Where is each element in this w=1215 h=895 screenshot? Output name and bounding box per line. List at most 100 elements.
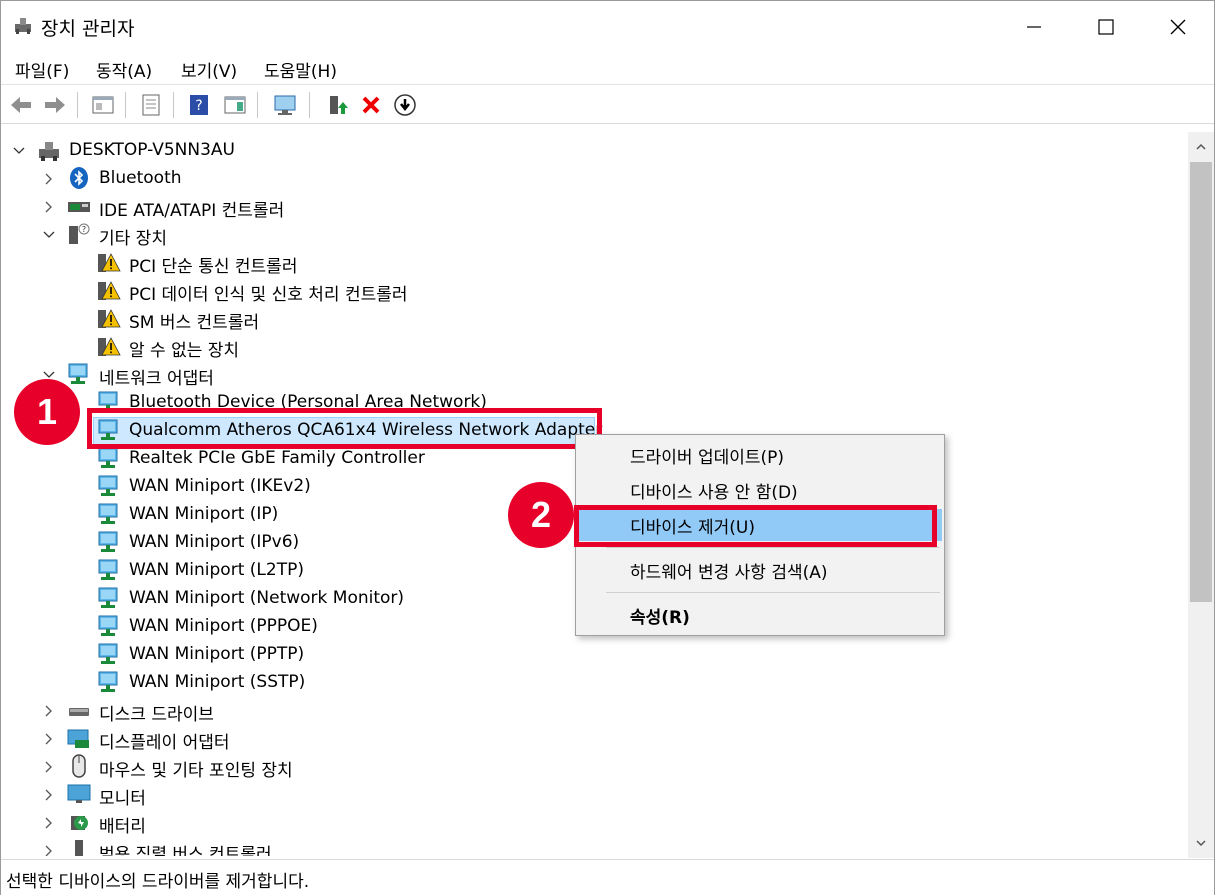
tree-item-label[interactable]: 배터리 [99,812,146,837]
chevron-right-icon[interactable] [43,733,55,745]
tree-item-label[interactable]: 디스플레이 어댑터 [99,728,230,753]
menu-separator [606,547,940,548]
battery-icon [71,816,88,830]
title-bar: 장치 관리자 [1,1,1214,53]
tree-item-label[interactable]: WAN Miniport (IP) [129,504,278,524]
update-driver-icon [330,96,348,114]
chevron-down-icon [1196,840,1206,847]
network-adapter-icon [98,615,118,636]
tree-item-label[interactable]: WAN Miniport (Network Monitor) [129,588,404,608]
menu-item-properties[interactable]: 속성(R) [578,599,942,631]
scroll-up-button[interactable] [1188,134,1214,160]
menu-view[interactable]: 보기(V) [179,57,239,82]
other-devices-icon: ? [69,223,90,244]
update-driver-button[interactable] [323,91,351,119]
status-text: 선택한 디바이스의 드라이버를 제거합니다. [6,872,310,892]
toolbar-separator [125,92,126,118]
tree-item-label[interactable]: WAN Miniport (PPPOE) [129,616,318,636]
maximize-button[interactable] [1070,1,1142,53]
show-hide-console-tree-button[interactable] [89,91,117,119]
help-icon: ? [190,95,208,115]
properties-button[interactable] [137,91,165,119]
network-adapter-icon [98,503,118,524]
uninstall-device-button[interactable] [357,91,385,119]
tree-item-label[interactable]: PCI 단순 통신 컨트롤러 [129,252,297,277]
network-adapter-icon [98,475,118,496]
tree-item-label[interactable]: WAN Miniport (SSTP) [129,672,305,692]
network-adapter-icon [98,531,118,552]
menu-action[interactable]: 동작(A) [94,57,154,82]
tree-item-label[interactable]: WAN Miniport (L2TP) [129,560,304,580]
toolbar-separator [173,92,174,118]
chevron-right-icon[interactable] [43,201,55,213]
tree-item-label[interactable]: 네트워크 어댑터 [99,364,214,389]
menu-item-scan-hardware[interactable]: 하드웨어 변경 사항 검색(A) [578,554,942,586]
monitor-icon [67,784,91,803]
tree-item-label[interactable]: 기타 장치 [99,224,167,249]
close-button[interactable] [1142,1,1214,53]
network-adapter-icon [68,363,88,384]
disk-drive-icon [69,708,89,716]
tree-item-label[interactable]: 모니터 [99,784,146,809]
forward-arrow-icon [45,97,65,113]
tree-item-label[interactable]: 마우스 및 기타 포인팅 장치 [99,756,293,781]
back-button[interactable] [7,91,35,119]
tree-item-label[interactable]: 디스크 드라이브 [99,700,214,725]
network-adapter-icon [98,671,118,692]
action-pane-icon [224,96,246,114]
warning-device-icon [98,253,121,272]
menu-file[interactable]: 파일(F) [13,57,71,82]
tree-item-label[interactable]: WAN Miniport (IPv6) [129,532,299,552]
scroll-thumb[interactable] [1190,162,1212,602]
tree-item-label[interactable]: Bluetooth [99,168,182,188]
chevron-right-icon[interactable] [43,817,55,829]
tree-item-label[interactable]: PCI 데이터 인식 및 신호 처리 컨트롤러 [129,280,408,305]
step-badge-1: 1 [14,379,80,445]
vertical-scrollbar[interactable] [1188,132,1214,858]
help-button[interactable]: ? [185,91,213,119]
usb-icon [75,840,83,856]
scroll-down-button[interactable] [1188,830,1214,856]
tree-item-label[interactable]: 알 수 없는 장치 [129,336,239,361]
tree-item-label[interactable]: Realtek PCIe GbE Family Controller [129,448,425,468]
tree-item-label[interactable]: 범용 직렬 버스 컨트롤러 [99,840,272,856]
chevron-down-icon[interactable] [13,145,25,157]
menu-help[interactable]: 도움말(H) [262,57,339,82]
forward-button[interactable] [41,91,69,119]
tree-item-label[interactable]: SM 버스 컨트롤러 [129,308,259,333]
back-arrow-icon [11,97,31,113]
close-icon [1170,19,1186,35]
toolbar-separator [257,92,258,118]
ide-controller-icon [68,202,90,212]
warning-device-icon [98,281,121,300]
download-circle-icon [394,94,416,116]
chevron-right-icon[interactable] [43,173,55,185]
tree-item-label[interactable]: WAN Miniport (PPTP) [129,644,304,664]
computer-icon [39,142,59,161]
chevron-right-icon[interactable] [43,761,55,773]
action-pane-button[interactable] [221,91,249,119]
chevron-right-icon[interactable] [43,789,55,801]
annotation-box-1 [87,408,602,449]
network-adapter-icon [98,559,118,580]
chevron-down-icon[interactable] [43,229,55,241]
red-x-icon [362,96,380,114]
tree-item-label[interactable]: IDE ATA/ATAPI 컨트롤러 [99,196,284,221]
chevron-right-icon[interactable] [43,845,55,856]
svg-text:?: ? [195,98,202,114]
warning-device-icon [98,337,121,356]
step-badge-2: 2 [508,482,574,548]
status-bar: 선택한 디바이스의 드라이버를 제거합니다. [1,859,1214,895]
window-title: 장치 관리자 [41,18,135,40]
enable-device-button[interactable] [391,91,419,119]
network-adapter-icon [98,643,118,664]
tree-item-label[interactable]: WAN Miniport (IKEv2) [129,476,311,496]
minimize-button[interactable] [998,1,1070,53]
tree-root-label[interactable]: DESKTOP-V5NN3AU [69,140,235,160]
menu-separator [606,592,940,593]
menu-item-disable-device[interactable]: 디바이스 사용 안 함(D) [578,474,942,506]
toolbar-separator [77,92,78,118]
chevron-right-icon[interactable] [43,705,55,717]
menu-item-update-driver[interactable]: 드라이버 업데이트(P) [578,439,942,471]
scan-hardware-button[interactable] [271,91,299,119]
